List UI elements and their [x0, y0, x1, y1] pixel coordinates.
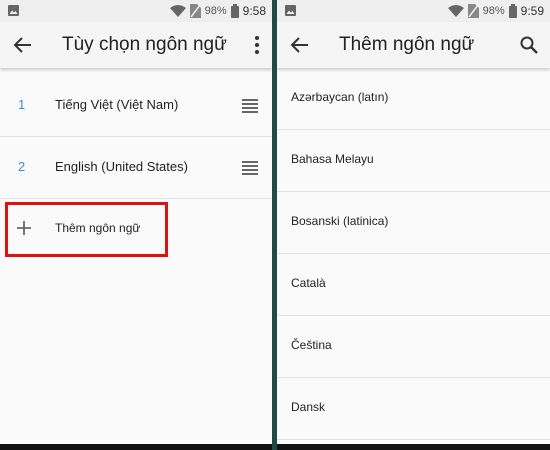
- status-bar: 98% 9:58: [0, 0, 272, 22]
- no-sim-icon: [189, 4, 201, 18]
- more-options-icon[interactable]: [254, 35, 260, 55]
- language-option-label: Català: [291, 276, 326, 290]
- language-option[interactable]: Bosanski (latinica): [277, 192, 550, 254]
- language-option[interactable]: Català: [277, 254, 550, 316]
- language-option[interactable]: Azərbaycan (latın): [277, 68, 550, 130]
- language-row[interactable]: 1 Tiếng Việt (Việt Nam): [0, 75, 272, 137]
- image-notification-icon: [8, 5, 19, 16]
- add-language-screen: 98% 9:59 Thêm ngôn ngữ Azərbaycan (latın…: [277, 0, 550, 450]
- battery-percentage: 98%: [482, 5, 505, 17]
- battery-percentage: 98%: [204, 5, 227, 17]
- navigation-bar: [0, 444, 272, 450]
- navigation-bar: [277, 444, 550, 450]
- drag-handle-icon[interactable]: [242, 161, 258, 175]
- language-option-label: Bosanski (latinica): [291, 214, 389, 228]
- language-priority-number: 1: [18, 97, 26, 112]
- language-option[interactable]: Bahasa Melayu: [277, 130, 550, 192]
- app-bar: Thêm ngôn ngữ: [277, 22, 550, 68]
- back-arrow-icon[interactable]: [13, 35, 33, 55]
- page-title: Thêm ngôn ngữ: [339, 34, 475, 55]
- search-icon[interactable]: [520, 36, 538, 54]
- language-option[interactable]: Čeština: [277, 316, 550, 378]
- language-option-label: Bahasa Melayu: [291, 152, 374, 166]
- language-option-label: Azərbaycan (latın): [291, 90, 389, 104]
- language-option-label: Čeština: [291, 338, 332, 352]
- wifi-icon: [447, 5, 464, 17]
- language-option[interactable]: Dansk: [277, 378, 550, 440]
- back-arrow-icon[interactable]: [290, 35, 310, 55]
- wifi-icon: [169, 5, 186, 17]
- highlight-box: [5, 202, 168, 257]
- clock: 9:58: [242, 4, 266, 18]
- language-option-label: Dansk: [291, 400, 326, 414]
- clock: 9:59: [520, 4, 544, 18]
- drag-handle-icon[interactable]: [242, 99, 258, 113]
- language-preferences-screen: 98% 9:58 Tùy chọn ngôn ngữ 1 Tiếng Việt …: [0, 0, 272, 450]
- image-notification-icon: [285, 5, 296, 16]
- language-priority-number: 2: [18, 159, 26, 174]
- status-bar: 98% 9:59: [277, 0, 550, 22]
- language-name: English (United States): [55, 159, 188, 174]
- battery-icon: [230, 4, 239, 18]
- page-title: Tùy chọn ngôn ngữ: [62, 34, 227, 55]
- battery-icon: [508, 4, 517, 18]
- no-sim-icon: [467, 4, 479, 18]
- language-row[interactable]: 2 English (United States): [0, 137, 272, 199]
- app-bar: Tùy chọn ngôn ngữ: [0, 22, 272, 68]
- language-name: Tiếng Việt (Việt Nam): [55, 97, 179, 112]
